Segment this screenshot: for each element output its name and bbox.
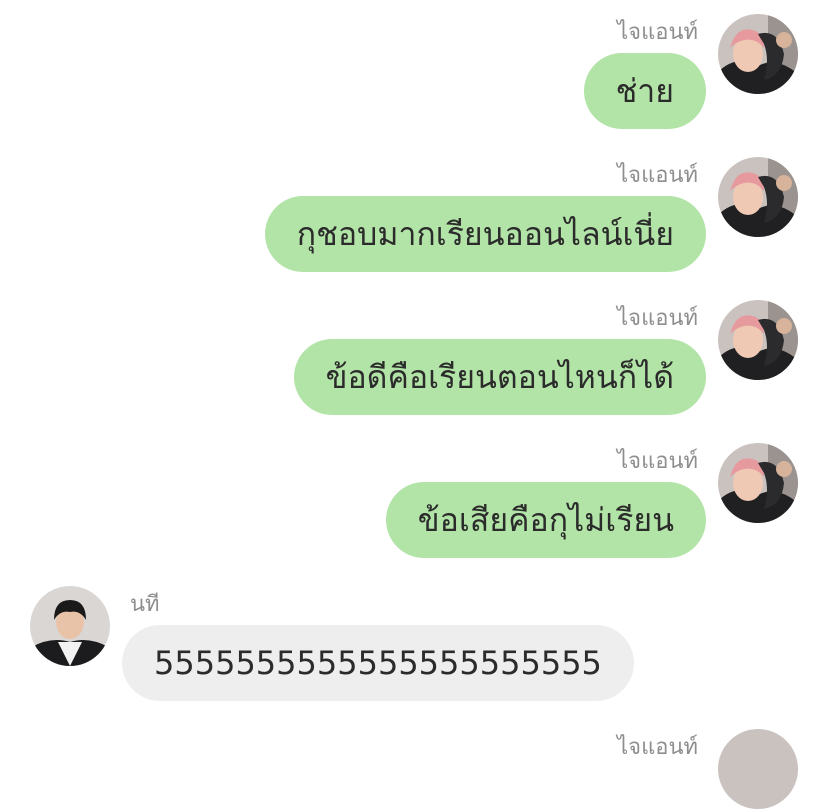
- message-bubble[interactable]: ข้อดีคือเรียนตอนไหนก็ได้: [293, 339, 706, 415]
- avatar[interactable]: [718, 443, 798, 523]
- dark-hair-avatar-icon: [30, 586, 110, 666]
- message-row: ไจแอนท์ ข้อเสียคือกุไม่เรียน: [0, 443, 828, 563]
- pink-hair-avatar-icon: [718, 300, 798, 380]
- sender-name: นที: [130, 592, 160, 617]
- message-row: นที 5555555555555555555555: [0, 586, 828, 706]
- sender-name: ไจแอนท์: [617, 449, 698, 474]
- pink-hair-avatar-icon: [718, 14, 798, 94]
- message-row: ไจแอนท์ ช่าย: [0, 14, 828, 134]
- sender-name: ไจแอนท์: [617, 20, 698, 45]
- message-bubble[interactable]: กุชอบมากเรียนออนไลน์เนี่ย: [264, 196, 706, 272]
- sender-name: ไจแอนท์: [617, 163, 698, 188]
- message-row: ไจแอนท์ ข้อดีคือเรียนตอนไหนก็ได้: [0, 300, 828, 420]
- message-bubble[interactable]: ช่าย: [583, 53, 706, 129]
- message-bubble[interactable]: 5555555555555555555555: [122, 625, 634, 701]
- message-row: ไจแอนท์ กุชอบมากเรียนออนไลน์เนี่ย: [0, 157, 828, 277]
- pink-hair-avatar-icon: [718, 157, 798, 237]
- avatar[interactable]: [718, 300, 798, 380]
- pink-hair-avatar-icon: [718, 443, 798, 523]
- message-row: ไจแอนท์: [0, 729, 828, 809]
- avatar[interactable]: [30, 586, 110, 666]
- avatar[interactable]: [718, 14, 798, 94]
- sender-name: ไจแอนท์: [617, 306, 698, 331]
- message-bubble[interactable]: ข้อเสียคือกุไม่เรียน: [385, 482, 706, 558]
- pink-hair-avatar-icon: [718, 729, 798, 809]
- avatar[interactable]: [718, 729, 798, 809]
- sender-name: ไจแอนท์: [617, 735, 698, 760]
- avatar[interactable]: [718, 157, 798, 237]
